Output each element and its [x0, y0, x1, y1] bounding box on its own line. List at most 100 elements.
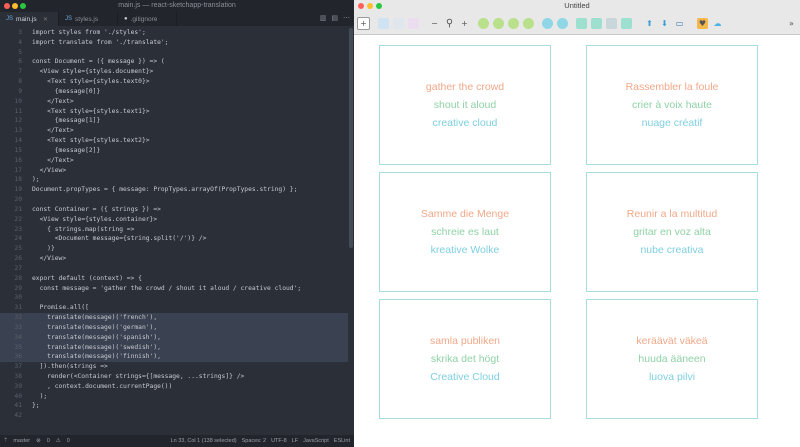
artboard-text-1[interactable]: crier à voix haute [632, 99, 712, 111]
code-line[interactable]: 24 <Document message={string.split('/')}… [0, 234, 348, 244]
artboard-text-0[interactable]: Reunir a la multitud [627, 208, 717, 220]
artboard-text-0[interactable]: gather the crowd [426, 81, 504, 93]
code-line[interactable]: 42 [0, 411, 348, 421]
minimize-window-button[interactable] [12, 3, 18, 9]
intersect-icon[interactable] [606, 17, 617, 29]
code-line[interactable]: 33 translate(message)('german'), [0, 322, 348, 333]
code-line[interactable]: 32 translate(message)('french'), [0, 313, 348, 323]
code-line[interactable]: 13 </Text> [0, 126, 348, 136]
toolbar-overflow-icon[interactable]: » [786, 18, 797, 29]
warning-count[interactable]: 0 [67, 438, 70, 444]
rotate-icon[interactable] [508, 17, 519, 29]
code-line[interactable]: 4 import translate from './translate'; [0, 38, 348, 48]
artboard[interactable]: gather the crowd shout it aloud creative c… [379, 45, 551, 165]
code-line[interactable]: 22 <View style={styles.container}> [0, 215, 348, 225]
close-window-button[interactable] [358, 3, 364, 9]
artboard-text-2[interactable]: kreative Wolke [431, 244, 500, 256]
cursor-position[interactable]: Ln 33, Col 1 (138 selected) [171, 438, 237, 444]
code-area[interactable]: 3 import styles from './styles'; 4 import t… [0, 28, 348, 433]
subtract-icon[interactable] [591, 17, 602, 29]
code-line[interactable]: 11 <Text style={styles.text1}> [0, 107, 348, 117]
create-symbol-icon[interactable] [408, 17, 419, 29]
code-line[interactable]: 20 [0, 195, 348, 205]
forward-icon[interactable]: ⬆ [644, 18, 655, 29]
code-line[interactable]: 8 <Text style={styles.text0}> [0, 77, 348, 87]
artboard-text-0[interactable]: Samme die Menge [421, 208, 509, 220]
more-icon[interactable]: ⋯ [343, 14, 350, 22]
artboard-text-1[interactable]: gritar en voz alta [633, 226, 711, 238]
zoom-window-button[interactable] [376, 3, 382, 9]
code-line[interactable]: 38 render(<Container strings={[message, … [0, 372, 348, 382]
artboard-text-1[interactable]: shout it aloud [434, 99, 496, 111]
code-line[interactable]: 3 import styles from './styles'; [0, 28, 348, 38]
linter[interactable]: ESLint [334, 438, 350, 444]
zoom-in-icon[interactable]: + [459, 18, 470, 29]
code-line[interactable]: 31 Promise.all([ [0, 303, 348, 313]
code-line[interactable]: 5 [0, 48, 348, 58]
artboard-text-1[interactable]: schreie es laut [431, 226, 499, 238]
code-line[interactable]: 26 </View> [0, 254, 348, 264]
zoom-window-button[interactable] [20, 3, 26, 9]
code-line[interactable]: 35 translate(message)('swedish'), [0, 342, 348, 353]
code-line[interactable]: 36 translate(message)('finnish'), [0, 352, 348, 363]
edit-icon[interactable] [478, 17, 489, 29]
view-icon[interactable]: ♥ [697, 17, 708, 29]
code-line[interactable]: 27 [0, 264, 348, 274]
artboard[interactable]: keräävät väkeä huuda ääneen luova pilvi [586, 299, 758, 419]
artboard[interactable]: Reunir a la multitud gritar en voz alta nu… [586, 172, 758, 292]
artboard[interactable]: Rassembler la foule crier à voix haute nua… [586, 45, 758, 165]
sketch-canvas[interactable]: gather the crowd shout it aloud creative c… [354, 35, 800, 447]
artboard-text-2[interactable]: nuage créatif [642, 117, 703, 129]
mirror-icon[interactable]: ▭ [674, 18, 685, 29]
line-ending[interactable]: LF [292, 438, 298, 444]
backward-icon[interactable]: ⬇ [659, 18, 670, 29]
minimize-window-button[interactable] [367, 3, 373, 9]
artboard-text-1[interactable]: huuda ääneen [638, 353, 705, 365]
artboard-text-0[interactable]: Rassembler la foule [626, 81, 719, 93]
indentation[interactable]: Spaces: 2 [242, 438, 266, 444]
ungroup-icon[interactable] [393, 17, 404, 29]
artboard[interactable]: Samme die Menge schreie es laut kreative W… [379, 172, 551, 292]
scale-icon[interactable] [557, 17, 568, 29]
artboard-text-2[interactable]: luova pilvi [649, 371, 695, 383]
zoom-search-icon[interactable]: ⚲ [444, 18, 455, 29]
transform-icon[interactable] [493, 17, 504, 29]
editor-scrollbar[interactable] [349, 28, 353, 248]
artboard-text-0[interactable]: samla publiken [430, 335, 500, 347]
code-line[interactable]: 16 </Text> [0, 156, 348, 166]
code-line[interactable]: 15 {message[2]} [0, 146, 348, 156]
code-line[interactable]: 28 export default (context) => { [0, 274, 348, 284]
code-line[interactable]: 12 {message[1]} [0, 116, 348, 126]
code-line[interactable]: 21 const Container = ({ strings }) => [0, 205, 348, 215]
code-line[interactable]: 17 </View> [0, 166, 348, 176]
close-window-button[interactable] [4, 3, 10, 9]
code-line[interactable]: 30 [0, 293, 348, 303]
code-line[interactable]: 14 <Text style={styles.text2}> [0, 136, 348, 146]
code-line[interactable]: 10 </Text> [0, 97, 348, 107]
mask-icon[interactable] [542, 17, 553, 29]
code-line[interactable]: 39 , context.document.currentPage()) [0, 382, 348, 392]
code-line[interactable]: 19 Document.propTypes = { message: PropTy… [0, 185, 348, 195]
tab-main-js[interactable]: JS main.js ✕ [0, 12, 59, 26]
error-count[interactable]: 0 [47, 438, 50, 444]
artboard-text-1[interactable]: skrika det högt [431, 353, 499, 365]
split-editor-icon[interactable]: ▥ [320, 14, 327, 22]
branch-name[interactable]: master [13, 438, 30, 444]
code-line[interactable]: 18); [0, 175, 348, 185]
artboard-text-0[interactable]: keräävät väkeä [636, 335, 707, 347]
code-line[interactable]: 41}; [0, 401, 348, 411]
difference-icon[interactable] [621, 17, 632, 29]
artboard[interactable]: samla publiken skrika det högt Creative Cl… [379, 299, 551, 419]
close-tab-icon[interactable]: ✕ [43, 16, 48, 23]
language-mode[interactable]: JavaScript [303, 438, 329, 444]
code-line[interactable]: 40 ); [0, 392, 348, 402]
artboard-text-2[interactable]: Creative Cloud [430, 371, 499, 383]
code-line[interactable]: 6 const Document = ({ message }) => ( [0, 57, 348, 67]
artboard-text-2[interactable]: creative cloud [433, 117, 498, 129]
code-line[interactable]: 34 translate(message)('spanish'), [0, 332, 348, 343]
code-line[interactable]: 23 { strings.map(string => [0, 225, 348, 235]
group-icon[interactable] [378, 17, 389, 29]
code-line[interactable]: 29 const message = 'gather the crowd / s… [0, 284, 348, 294]
flatten-icon[interactable] [523, 17, 534, 29]
code-line[interactable]: 37 ]).then(strings => [0, 362, 348, 372]
